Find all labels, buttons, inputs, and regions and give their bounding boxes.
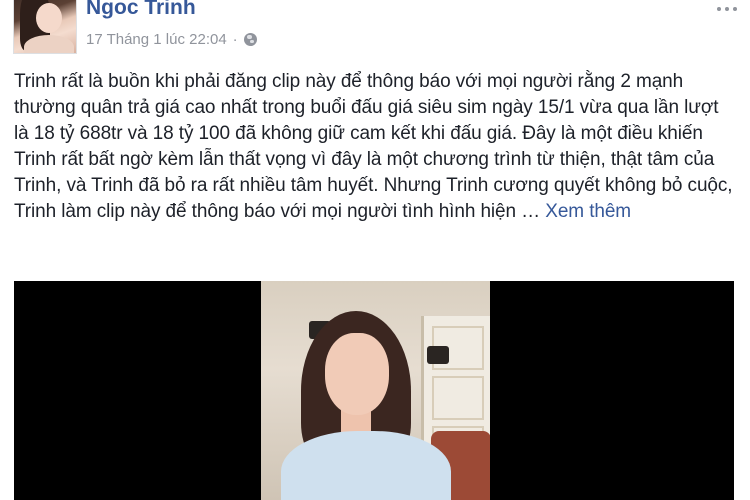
post-meta: 17 Tháng 1 lúc 22:04 · bbox=[86, 31, 257, 48]
post-header: Ngoc Trinh 17 Tháng 1 lúc 22:04 · bbox=[0, 0, 750, 60]
video-frame bbox=[261, 281, 490, 500]
author-avatar[interactable] bbox=[13, 0, 77, 54]
avatar-shoulder bbox=[24, 35, 74, 53]
wall-lamp bbox=[427, 346, 449, 364]
post-timestamp[interactable]: 17 Tháng 1 lúc 22:04 bbox=[86, 31, 227, 48]
avatar-face bbox=[36, 3, 62, 33]
author-name[interactable]: Ngoc Trinh bbox=[86, 0, 196, 20]
post-body-text: Trinh rất là buồn khi phải đăng clip này… bbox=[14, 71, 733, 222]
more-options-icon[interactable] bbox=[714, 2, 740, 16]
speaker-face bbox=[325, 333, 389, 415]
see-more-link[interactable]: Xem thêm bbox=[545, 201, 631, 222]
post-body: Trinh rất là buồn khi phải đăng clip này… bbox=[14, 69, 738, 225]
globe-icon[interactable] bbox=[243, 33, 257, 46]
video-player[interactable] bbox=[14, 281, 734, 500]
meta-separator: · bbox=[232, 31, 238, 48]
speaker-shirt bbox=[281, 431, 451, 500]
